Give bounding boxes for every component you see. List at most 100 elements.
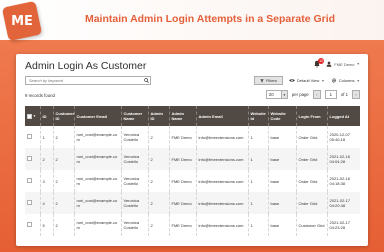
table-cell: base	[267, 148, 296, 170]
table-header-row: ▼ ID Customer ID Customer Email Customer…	[25, 106, 360, 126]
table-row[interactable]: 5 2 roni_cost@example.com Veronica Costello…	[25, 214, 360, 236]
table-cell: 1	[247, 148, 268, 170]
table-cell: Order Grid	[295, 148, 327, 170]
table-cell: 2021-02-17 04:20:48	[326, 192, 360, 214]
table-row[interactable]: 3 2 roni_cost@example.com Veronica Costello…	[25, 170, 360, 192]
per-page-select[interactable]: 20 ▼	[265, 90, 288, 99]
table-row[interactable]: 4 2 roni_cost@example.com Veronica Costello…	[25, 192, 360, 214]
per-page-label: per page	[291, 92, 309, 97]
table-row[interactable]: 1 2 roni_cost@example.com Veronica Costello…	[25, 126, 360, 148]
search-icon	[143, 78, 149, 83]
table-cell: info@fmeextensions.com	[195, 170, 248, 192]
table-cell: 2	[52, 126, 74, 148]
table-cell: Customer Grid	[295, 214, 327, 236]
row-checkbox[interactable]	[27, 178, 32, 183]
table-row[interactable]: 2 2 roni_cost@example.com Veronica Costello…	[25, 148, 360, 170]
table-cell: roni_cost@example.com	[73, 170, 121, 192]
row-select-cell	[25, 170, 40, 192]
search-button[interactable]	[142, 77, 150, 84]
row-select-cell	[25, 214, 40, 236]
gear-icon	[331, 78, 336, 83]
row-select-cell	[25, 192, 40, 214]
previous-page-button[interactable]: ‹	[312, 90, 321, 99]
default-view-dropdown[interactable]: Default View ▼	[289, 78, 325, 83]
table-cell: Veronica Costello	[120, 126, 148, 148]
column-header[interactable]: Admin Email	[195, 106, 248, 126]
pagination: 20 ▼ per page ‹ 1 of 1 ›	[265, 90, 360, 99]
table-cell: 3	[39, 170, 53, 192]
table-cell: Order Grid	[295, 126, 327, 148]
table-cell: info@fmeextensions.com	[195, 214, 248, 236]
row-select-cell	[25, 126, 40, 148]
chevron-down-icon: ▼	[280, 91, 287, 98]
page-title: Admin Login As Customer	[25, 60, 147, 72]
notifications-button[interactable]: 10	[313, 58, 325, 68]
columns-dropdown[interactable]: Columns ▼	[331, 78, 360, 83]
select-all-checkbox[interactable]	[27, 113, 32, 119]
columns-label: Columns	[338, 78, 355, 83]
chevron-down-icon: ▼	[356, 78, 360, 83]
row-checkbox[interactable]	[27, 222, 32, 227]
table-cell: FME Demo	[168, 192, 196, 214]
column-header[interactable]: ID	[39, 106, 53, 126]
table-cell: FME Demo	[168, 170, 196, 192]
table-cell: Veronica Costello	[120, 192, 148, 214]
search-input[interactable]	[26, 77, 142, 84]
filters-button[interactable]: Filters	[253, 76, 283, 85]
row-checkbox[interactable]	[27, 200, 32, 205]
chevron-down-icon: ▼	[33, 113, 36, 118]
login-attempts-table: ▼ ID Customer ID Customer Email Customer…	[25, 106, 360, 236]
column-header[interactable]: Website Id	[247, 106, 268, 126]
table-cell: 2	[147, 126, 169, 148]
mass-select-header[interactable]: ▼	[25, 106, 40, 126]
row-select-cell	[25, 148, 40, 170]
banner-title: Maintain Admin Login Attempts in a Separ…	[84, 13, 336, 25]
table-cell: roni_cost@example.com	[73, 214, 121, 236]
chevron-down-icon: ▼	[321, 78, 325, 83]
table-cell: FME Demo	[168, 126, 196, 148]
table-cell: base	[267, 170, 296, 192]
column-header[interactable]: Admin ID	[147, 106, 169, 126]
per-page-value: 20	[268, 92, 274, 97]
user-menu[interactable]: FME Demo ▼	[326, 61, 360, 67]
table-cell: info@fmeextensions.com	[195, 126, 248, 148]
current-page-input[interactable]: 1	[324, 90, 337, 99]
table-cell: 2	[147, 214, 169, 236]
table-cell: FME Demo	[168, 214, 196, 236]
column-header[interactable]: Customer Name	[120, 106, 148, 126]
table-cell: 2	[52, 214, 74, 236]
table-cell: 1	[247, 214, 268, 236]
table-cell: 2	[52, 192, 74, 214]
next-page-button[interactable]: ›	[352, 90, 360, 99]
row-checkbox[interactable]	[27, 156, 32, 161]
table-cell: Veronica Costello	[120, 214, 148, 236]
table-cell: FME Demo	[168, 148, 196, 170]
records-found: 9 records found	[25, 93, 55, 98]
column-header[interactable]: Website Code	[267, 106, 296, 126]
column-header[interactable]: Customer ID	[52, 106, 74, 126]
table-cell: 5	[39, 214, 53, 236]
column-header[interactable]: Customer Email	[73, 106, 121, 126]
table-cell: base	[267, 214, 296, 236]
table-cell: Order Grid	[295, 192, 327, 214]
table-cell: Order Grid	[295, 170, 327, 192]
table-cell: roni_cost@example.com	[73, 148, 121, 170]
table-cell: 2	[147, 170, 169, 192]
table-cell: info@fmeextensions.com	[195, 192, 248, 214]
chevron-down-icon: ▼	[356, 62, 360, 66]
table-cell: 2	[147, 148, 169, 170]
admin-header-actions: 10 FME Demo ▼	[313, 58, 360, 68]
table-cell: 1	[247, 170, 268, 192]
column-header[interactable]: Logged At	[326, 106, 360, 126]
user-name: FME Demo	[334, 61, 355, 67]
admin-grid-panel: Admin Login As Customer 10 FME Demo ▼ Se…	[16, 54, 368, 246]
column-header[interactable]: Login From	[295, 106, 327, 126]
column-header[interactable]: Admin Name	[168, 106, 196, 126]
table-cell: 2021-02-16 04:04:28	[326, 148, 360, 170]
row-checkbox[interactable]	[27, 134, 32, 139]
total-pages: of 1	[340, 92, 348, 97]
table-cell: base	[267, 126, 296, 148]
table-cell: 2021-02-17 04:23:28	[326, 214, 360, 236]
table-cell: 1	[247, 126, 268, 148]
notification-count-badge: 10	[318, 58, 325, 64]
